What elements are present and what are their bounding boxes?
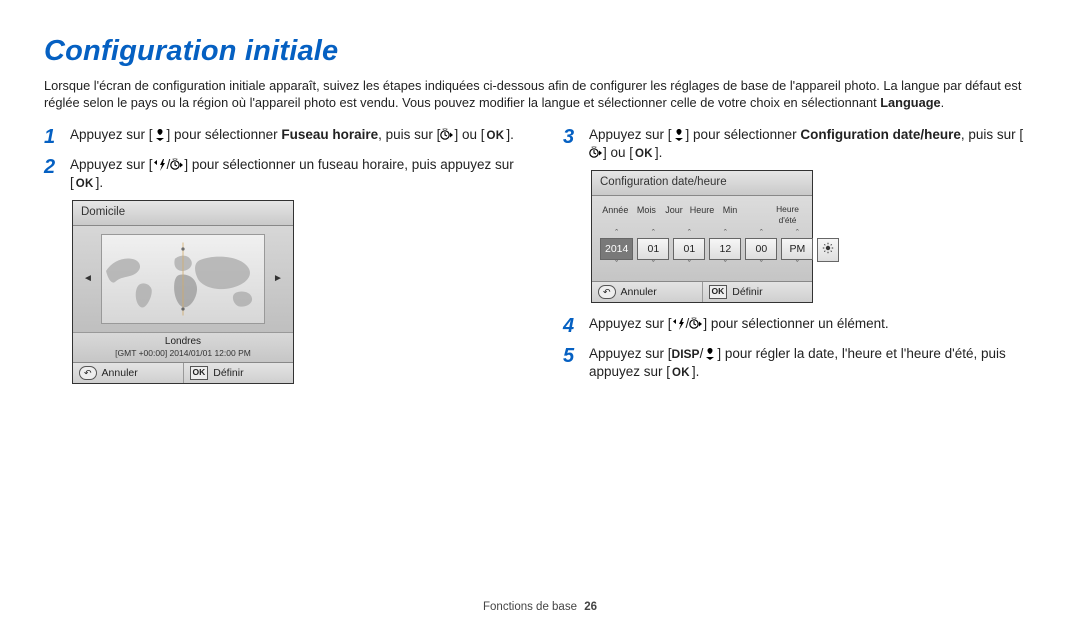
tz-prev-arrow[interactable]: ◄ [81,271,95,287]
step-2: 2 Appuyez sur [/] pour sélectionner un f… [44,156,517,193]
dt-titlebar: Configuration date/heure [592,171,812,196]
tz-city: Londres [73,335,293,349]
sun-icon [822,242,834,254]
timer-right-icon [589,146,603,160]
world-map-icon [102,235,264,323]
datetime-screen: Configuration date/heure Année Mois Jour… [591,170,813,303]
ok-icon: OK [74,177,96,193]
dt-month[interactable]: 01 [637,238,669,260]
ok-icon: OK [633,147,655,163]
macro-down-icon [672,128,686,142]
dt-min[interactable]: 00 [745,238,777,260]
return-icon: ↶ [79,366,97,380]
ok-small-icon: OK [190,366,209,379]
step-1: 1 Appuyez sur [] pour sélectionner Fusea… [44,126,517,148]
dt-year[interactable]: 2014 [600,238,633,260]
step-5: 5 Appuyez sur [DISP/] pour régler la dat… [563,345,1036,382]
step-3: 3 Appuyez sur [] pour sélectionner Confi… [563,126,1036,163]
tz-titlebar: Domicile [73,201,293,226]
tz-cancel-button[interactable]: ↶ Annuler [73,363,183,383]
ok-icon: OK [670,366,692,382]
ok-small-icon: OK [709,285,728,298]
step-4: 4 Appuyez sur [/] pour sélectionner un é… [563,315,1036,337]
timer-right-icon [170,158,184,172]
page-title: Configuration initiale [44,32,1036,71]
macro-down-icon [153,128,167,142]
chevron-up-icon[interactable]: ˆ [615,229,618,238]
timer-right-icon [440,128,454,142]
macro-down-icon [703,347,717,361]
tz-next-arrow[interactable]: ► [271,271,285,287]
tz-gmt: [GMT +00:00] 2014/01/01 12:00 PM [73,348,293,359]
dt-day[interactable]: 01 [673,238,705,260]
ok-icon: OK [484,129,506,145]
dt-hour[interactable]: 12 [709,238,741,260]
chevron-down-icon[interactable]: ˇ [615,260,618,269]
dt-set-button[interactable]: OK Définir [702,282,813,302]
dt-ampm[interactable]: PM [781,238,813,260]
flash-left-icon [153,158,167,172]
tz-set-button[interactable]: OK Définir [183,363,294,383]
return-icon: ↶ [598,285,616,299]
timezone-screen: Domicile ◄ [72,200,294,384]
intro-text: Lorsque l'écran de configuration initial… [44,77,1036,112]
dt-dst[interactable] [817,238,839,262]
dt-cancel-button[interactable]: ↶ Annuler [592,282,702,302]
disp-icon: DISP [672,347,700,361]
flash-left-icon [672,317,686,331]
page-footer: Fonctions de base 26 [44,600,1036,622]
timer-right-icon [689,317,703,331]
